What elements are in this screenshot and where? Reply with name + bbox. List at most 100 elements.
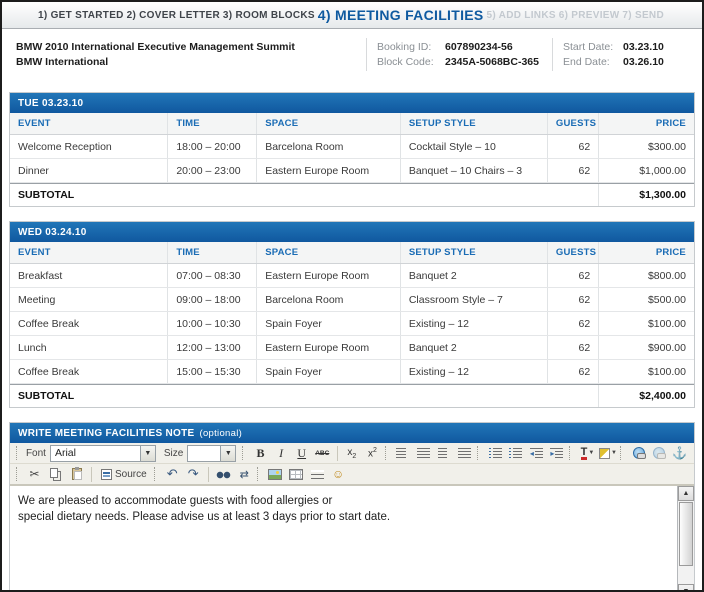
smiley-button[interactable]: ☺ — [328, 465, 349, 483]
redo-icon: ↷ — [188, 469, 199, 479]
step-room-blocks[interactable]: 3) ROOM BLOCKS — [223, 10, 315, 21]
table-row: Welcome Reception 18:00 – 20:00 Barcelon… — [10, 135, 694, 159]
highlight-color-button[interactable]: ▼ — [598, 444, 619, 462]
superscript-icon: x2 — [368, 447, 377, 459]
table-row: Coffee Break 15:00 – 15:30 Spain Foyer E… — [10, 360, 694, 384]
setup-cell: Cocktail Style – 10 — [400, 135, 547, 158]
ordered-list-button[interactable] — [485, 444, 506, 462]
bold-icon: B — [257, 446, 265, 461]
vertical-scrollbar[interactable]: ▲ ▼ — [677, 486, 694, 592]
event-cell: Meeting — [10, 288, 167, 311]
anchor-button[interactable]: ⚓ — [669, 444, 690, 462]
cut-button[interactable]: ✂ — [24, 465, 45, 483]
toolbar-grip — [154, 467, 158, 481]
table-icon — [289, 469, 303, 480]
company-name: BMW International — [16, 55, 366, 70]
font-select[interactable]: Arial ▼ — [50, 445, 156, 462]
block-code-label: Block Code: — [377, 55, 445, 70]
step-get-started[interactable]: 1) GET STARTED — [38, 10, 124, 21]
toolbar-grip — [257, 467, 261, 481]
table-row: Lunch 12:00 – 13:00 Eastern Europe Room … — [10, 336, 694, 360]
indent-icon — [550, 448, 563, 459]
day-table-wed: WED 03.24.10 EVENT TIME SPACE SETUP STYL… — [9, 221, 695, 408]
find-button[interactable] — [213, 465, 234, 483]
toolbar-grip — [385, 446, 389, 460]
end-date-value: 03.26.10 — [623, 55, 664, 70]
setup-cell: Classroom Style – 7 — [400, 288, 547, 311]
copy-button[interactable] — [45, 465, 66, 483]
booking-id-value: 607890234-56 — [445, 40, 513, 55]
strikethrough-button[interactable]: ABC — [312, 444, 333, 462]
note-text-input[interactable]: We are pleased to accommodate guests wit… — [10, 486, 677, 592]
day-header: TUE 03.23.10 — [10, 93, 694, 113]
event-title: BMW 2010 International Executive Managem… — [16, 40, 366, 55]
source-icon — [101, 469, 112, 480]
insert-image-button[interactable] — [265, 465, 286, 483]
col-price: PRICE — [598, 242, 694, 263]
event-cell: Dinner — [10, 159, 167, 182]
align-right-button[interactable] — [434, 444, 455, 462]
scroll-down-button[interactable]: ▼ — [678, 584, 694, 592]
chevron-down-icon[interactable]: ▼ — [220, 446, 235, 461]
subscript-button[interactable]: x2 — [342, 444, 363, 462]
col-setup-style: SETUP STYLE — [400, 242, 547, 263]
price-cell: $100.00 — [598, 312, 694, 335]
text-color-button[interactable]: T▼ — [577, 444, 598, 462]
align-left-icon — [396, 448, 409, 459]
justify-button[interactable] — [454, 444, 475, 462]
size-label: Size — [164, 448, 183, 459]
horizontal-rule-button[interactable] — [307, 465, 328, 483]
unlink-icon — [653, 447, 665, 459]
guests-cell: 62 — [547, 159, 598, 182]
size-select[interactable]: ▼ — [187, 445, 236, 462]
col-event: EVENT — [10, 113, 167, 134]
replace-icon: ⇄ — [240, 468, 249, 481]
guests-cell: 62 — [547, 336, 598, 359]
paste-button[interactable] — [66, 465, 87, 483]
replace-button[interactable]: ⇄ — [234, 465, 255, 483]
undo-button[interactable]: ↶ — [162, 465, 183, 483]
link-icon — [633, 447, 645, 459]
scrollbar-thumb[interactable] — [679, 502, 693, 566]
col-time: TIME — [167, 242, 256, 263]
unordered-list-button[interactable] — [505, 444, 526, 462]
block-code-value: 2345A-5068BC-365 — [445, 55, 539, 70]
step-add-links: 5) ADD LINKS — [486, 10, 555, 21]
anchor-icon: ⚓ — [672, 446, 687, 460]
align-center-button[interactable] — [413, 444, 434, 462]
note-section-header: WRITE MEETING FACILITIES NOTE(optional) — [10, 423, 694, 443]
table-row: Dinner 20:00 – 23:00 Eastern Europe Room… — [10, 159, 694, 183]
indent-button[interactable] — [547, 444, 568, 462]
day-table-tue: TUE 03.23.10 EVENT TIME SPACE SETUP STYL… — [9, 92, 695, 207]
superscript-button[interactable]: x2 — [362, 444, 383, 462]
scroll-up-button[interactable]: ▲ — [678, 486, 694, 501]
bold-button[interactable]: B — [250, 444, 271, 462]
subtotal-row: SUBTOTAL $2,400.00 — [10, 384, 694, 407]
align-left-button[interactable] — [393, 444, 414, 462]
outdent-button[interactable] — [526, 444, 547, 462]
chevron-down-icon[interactable]: ▼ — [140, 446, 155, 461]
step-cover-letter[interactable]: 2) COVER LETTER — [127, 10, 220, 21]
insert-link-button[interactable] — [628, 444, 649, 462]
step-meeting-facilities[interactable]: 4) MEETING FACILITIES — [318, 7, 484, 23]
outdent-icon — [530, 448, 543, 459]
start-date-value: 03.23.10 — [623, 40, 664, 55]
paste-icon — [72, 468, 82, 480]
redo-button[interactable]: ↷ — [183, 465, 204, 483]
subtotal-row: SUBTOTAL $1,300.00 — [10, 183, 694, 206]
setup-cell: Existing – 12 — [400, 312, 547, 335]
note-optional-label: (optional) — [199, 428, 242, 439]
align-center-icon — [417, 448, 430, 459]
event-cell: Coffee Break — [10, 312, 167, 335]
meeting-facilities-page: 1) GET STARTED 2) COVER LETTER 3) ROOM B… — [0, 0, 704, 592]
toolbar-grip — [620, 446, 624, 460]
space-cell: Eastern Europe Room — [256, 159, 400, 182]
highlight-color-icon — [599, 448, 610, 459]
underline-button[interactable]: U — [291, 444, 312, 462]
insert-table-button[interactable] — [286, 465, 307, 483]
smiley-icon: ☺ — [332, 467, 344, 481]
table-column-headers: EVENT TIME SPACE SETUP STYLE GUESTS PRIC… — [10, 113, 694, 135]
source-button[interactable]: Source — [96, 465, 152, 483]
booking-id-label: Booking ID: — [377, 40, 445, 55]
italic-button[interactable]: I — [271, 444, 292, 462]
